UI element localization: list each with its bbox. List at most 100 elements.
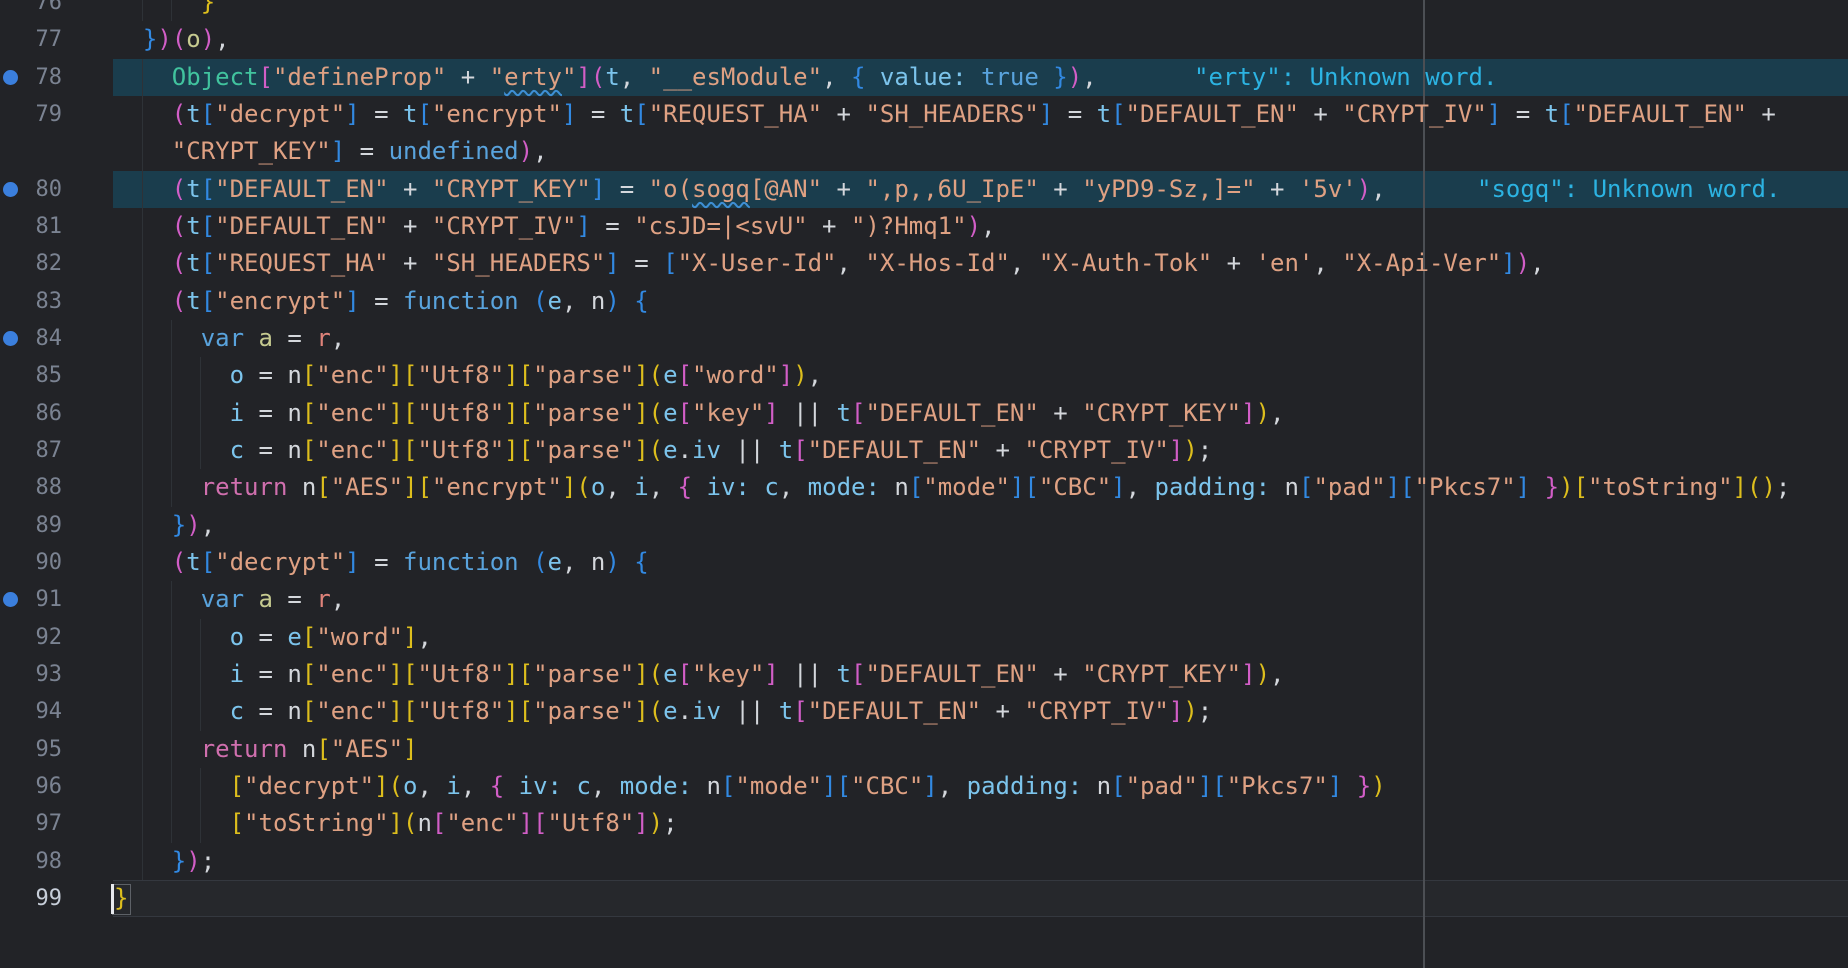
code-text[interactable]: }),: [114, 507, 215, 544]
code-token: ]: [389, 399, 403, 427]
code-text[interactable]: }: [114, 0, 215, 21]
code-token: ]: [504, 399, 518, 427]
line-number[interactable]: 76: [0, 0, 62, 21]
code-token: ]: [504, 697, 518, 725]
code-token: (: [403, 809, 417, 837]
code-line[interactable]: 85 o = n["enc"]["Utf8"]["parse"](e["word…: [0, 357, 1848, 394]
code-token: ,: [837, 249, 866, 277]
code-text[interactable]: ["toString"](n["enc"]["Utf8"]);: [114, 805, 678, 842]
code-text[interactable]: i = n["enc"]["Utf8"]["parse"](e["key"] |…: [114, 395, 1285, 432]
code-text[interactable]: c = n["enc"]["Utf8"]["parse"](e.iv || t[…: [114, 432, 1212, 469]
code-token: ]: [562, 473, 576, 501]
line-number[interactable]: 96: [0, 768, 62, 805]
code-text[interactable]: (t["DEFAULT_EN" + "CRYPT_IV"] = "csJD=|<…: [114, 208, 995, 245]
code-text[interactable]: (t["decrypt"] = function (e, n) {: [114, 544, 649, 581]
code-line[interactable]: 87 c = n["enc"]["Utf8"]["parse"](e.iv ||…: [0, 432, 1848, 469]
line-number[interactable]: 97: [0, 805, 62, 842]
code-token: ]: [389, 697, 403, 725]
code-text[interactable]: Object["defineProp" + "erty"](t, "__esMo…: [114, 59, 1097, 96]
code-text[interactable]: }: [114, 880, 128, 917]
code-text[interactable]: "CRYPT_KEY"] = undefined),: [114, 133, 548, 170]
code-text[interactable]: var a = r,: [114, 320, 345, 357]
code-line[interactable]: 78 Object["defineProp" + "erty"](t, "__e…: [0, 59, 1848, 96]
code-line[interactable]: 94 c = n["enc"]["Utf8"]["parse"](e.iv ||…: [0, 693, 1848, 730]
code-text[interactable]: })(o),: [114, 21, 230, 58]
code-line[interactable]: "CRYPT_KEY"] = undefined),: [0, 133, 1848, 170]
code-line[interactable]: 83 (t["encrypt"] = function (e, n) {: [0, 283, 1848, 320]
code-token: }: [143, 25, 157, 53]
line-number[interactable]: 98: [0, 843, 62, 880]
code-line[interactable]: 80 (t["DEFAULT_EN" + "CRYPT_KEY"] = "o(s…: [0, 171, 1848, 208]
code-line[interactable]: 97 ["toString"](n["enc"]["Utf8"]);: [0, 805, 1848, 842]
line-number[interactable]: 95: [0, 731, 62, 768]
line-number[interactable]: 85: [0, 357, 62, 394]
code-line[interactable]: 81 (t["DEFAULT_EN" + "CRYPT_IV"] = "csJD…: [0, 208, 1848, 245]
code-line[interactable]: 98 });: [0, 843, 1848, 880]
code-token: ;: [1776, 473, 1790, 501]
code-text[interactable]: (t["REQUEST_HA" + "SH_HEADERS"] = ["X-Us…: [114, 245, 1545, 282]
code-line[interactable]: 93 i = n["enc"]["Utf8"]["parse"](e["key"…: [0, 656, 1848, 693]
code-text[interactable]: o = e["word"],: [114, 619, 432, 656]
code-text[interactable]: var a = r,: [114, 581, 345, 618]
line-number[interactable]: 81: [0, 208, 62, 245]
line-number[interactable]: 78: [0, 59, 62, 96]
code-token: "enc": [316, 697, 388, 725]
code-token: [: [302, 623, 316, 651]
line-number[interactable]: 99: [0, 880, 62, 917]
code-line[interactable]: 82 (t["REQUEST_HA" + "SH_HEADERS"] = ["X…: [0, 245, 1848, 282]
code-line[interactable]: 91 var a = r,: [0, 581, 1848, 618]
line-number[interactable]: 88: [0, 469, 62, 506]
code-line[interactable]: 90 (t["decrypt"] = function (e, n) {: [0, 544, 1848, 581]
code-token: [114, 847, 172, 875]
line-number[interactable]: 87: [0, 432, 62, 469]
line-number[interactable]: 94: [0, 693, 62, 730]
code-token: t: [620, 100, 634, 128]
code-text[interactable]: return n["AES"]: [114, 731, 417, 768]
line-number[interactable]: 86: [0, 395, 62, 432]
code-token: [: [519, 697, 533, 725]
code-line[interactable]: 76 }: [0, 0, 1848, 21]
code-line[interactable]: 95 return n["AES"]: [0, 731, 1848, 768]
code-token: ]: [764, 399, 778, 427]
line-number[interactable]: 93: [0, 656, 62, 693]
code-token: var: [201, 585, 244, 613]
line-number[interactable]: 89: [0, 507, 62, 544]
code-token: padding:: [967, 772, 1083, 800]
line-number[interactable]: 82: [0, 245, 62, 282]
line-number[interactable]: 84: [0, 320, 62, 357]
code-text[interactable]: (t["encrypt"] = function (e, n) {: [114, 283, 649, 320]
code-text[interactable]: o = n["enc"]["Utf8"]["parse"](e["word"])…: [114, 357, 822, 394]
code-token: padding:: [1155, 473, 1271, 501]
code-line[interactable]: 86 i = n["enc"]["Utf8"]["parse"](e["key"…: [0, 395, 1848, 432]
code-line[interactable]: 84 var a = r,: [0, 320, 1848, 357]
code-line[interactable]: 77 })(o),: [0, 21, 1848, 58]
line-number[interactable]: 92: [0, 619, 62, 656]
code-token: +: [1299, 100, 1342, 128]
line-number[interactable]: 83: [0, 283, 62, 320]
code-text[interactable]: (t["decrypt"] = t["encrypt"] = t["REQUES…: [114, 96, 1776, 133]
line-number[interactable]: 79: [0, 96, 62, 133]
code-line[interactable]: 88 return n["AES"]["encrypt"](o, i, { iv…: [0, 469, 1848, 506]
code-token: (: [649, 436, 663, 464]
code-token: (: [1747, 473, 1761, 501]
line-number[interactable]: 80: [0, 171, 62, 208]
code-token: ,: [1270, 660, 1284, 688]
code-line[interactable]: 99}: [0, 880, 1848, 917]
code-token: c: [230, 436, 244, 464]
line-number[interactable]: 90: [0, 544, 62, 581]
code-editor[interactable]: 76 }77 })(o),78 Object["defineProp" + "e…: [0, 0, 1848, 968]
line-number[interactable]: 77: [0, 21, 62, 58]
code-token: [1530, 473, 1544, 501]
code-text[interactable]: i = n["enc"]["Utf8"]["parse"](e["key"] |…: [114, 656, 1285, 693]
code-line[interactable]: 92 o = e["word"],: [0, 619, 1848, 656]
code-line[interactable]: 79 (t["decrypt"] = t["encrypt"] = t["REQ…: [0, 96, 1848, 133]
code-line[interactable]: 89 }),: [0, 507, 1848, 544]
code-text[interactable]: });: [114, 843, 215, 880]
code-text[interactable]: ["decrypt"](o, i, { iv: c, mode: n["mode…: [114, 768, 1386, 805]
line-number[interactable]: 91: [0, 581, 62, 618]
code-text[interactable]: (t["DEFAULT_EN" + "CRYPT_KEY"] = "o(sogq…: [114, 171, 1386, 208]
code-line[interactable]: 96 ["decrypt"](o, i, { iv: c, mode: n["m…: [0, 768, 1848, 805]
code-text[interactable]: c = n["enc"]["Utf8"]["parse"](e.iv || t[…: [114, 693, 1212, 730]
code-text[interactable]: return n["AES"]["encrypt"](o, i, { iv: c…: [114, 469, 1790, 506]
code-token: ]: [1516, 473, 1530, 501]
